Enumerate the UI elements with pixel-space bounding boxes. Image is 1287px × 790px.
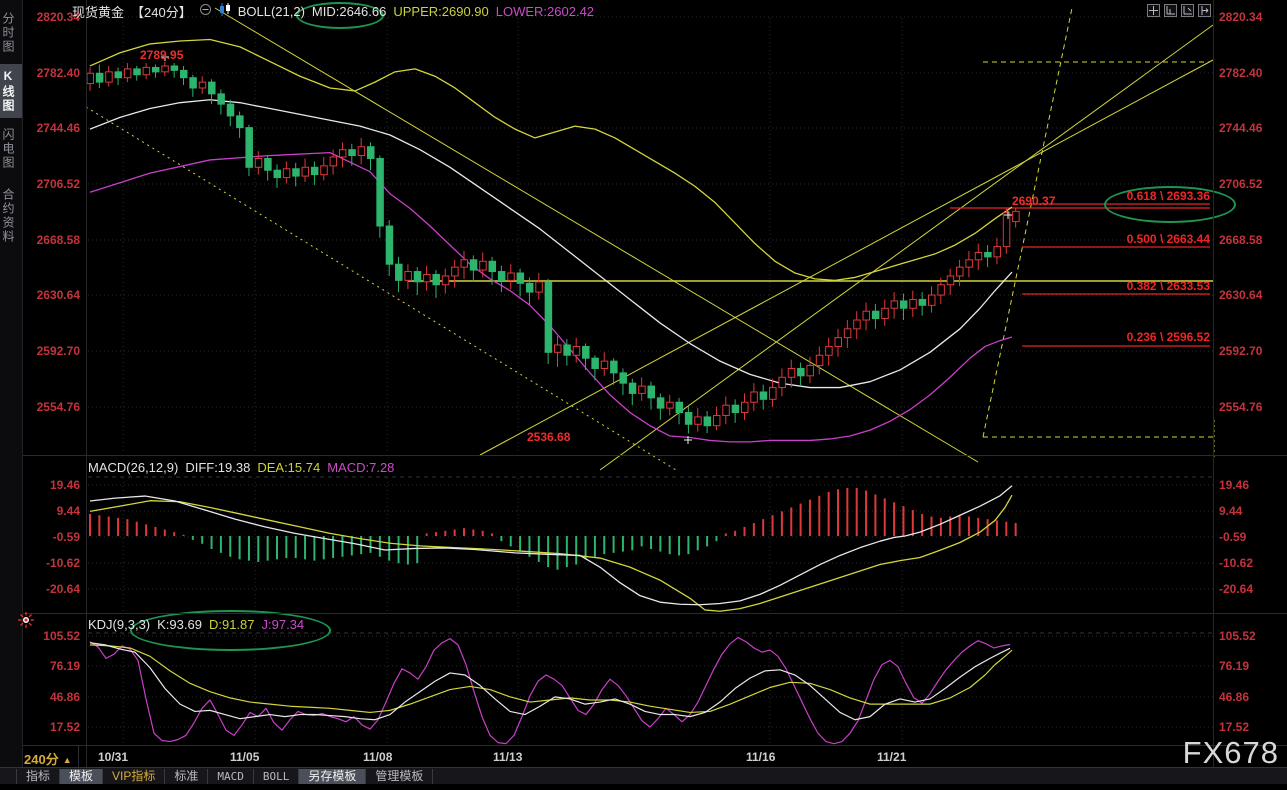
price-axis-label-left: 2706.52: [28, 177, 80, 191]
macd-kdj-divider: [0, 613, 1287, 614]
macd-axis-label-left: -10.62: [28, 556, 80, 570]
macd-axis-label-right: -0.59: [1219, 530, 1246, 544]
chart-tool-icons: [1147, 4, 1211, 17]
macd-dea-value: DEA:15.74: [257, 460, 320, 475]
macd-axis-label-left: -20.64: [28, 582, 80, 596]
tab-manage-templates[interactable]: 管理模板: [366, 769, 433, 784]
bottom-toolbar: 指标 模板 VIP指标 标准 MACD BOLL 另存模板 管理模板: [0, 767, 1287, 784]
period-badge: 【240分】: [131, 2, 192, 21]
boll-lower-value: LOWER:2602.42: [496, 4, 594, 19]
price-annotation: 2789.95: [140, 48, 183, 62]
tab-boll[interactable]: BOLL: [254, 769, 300, 784]
alert-flash-icon[interactable]: [18, 612, 34, 633]
price-axis-label-right: 2554.76: [1219, 400, 1262, 414]
kdj-axis-label-right: 17.52: [1219, 720, 1249, 734]
price-axis-label-left: 2554.76: [28, 400, 80, 414]
date-label: 11/21: [877, 750, 906, 764]
price-annotation: 2690.37: [1012, 194, 1055, 208]
kdj-axis-label-right: 46.86: [1219, 690, 1249, 704]
fib-level-label: 0.500 \ 2663.44: [1086, 232, 1210, 246]
macd-axis-label-left: -0.59: [28, 530, 80, 544]
pane-expand-icon[interactable]: [1198, 4, 1211, 17]
date-label: 11/08: [363, 750, 392, 764]
sidebar-item-timeshare-chart[interactable]: 分时图: [0, 6, 22, 60]
kdj-j-value: J:97.34: [262, 617, 305, 632]
macd-pane: [90, 486, 1016, 612]
tab-indicators[interactable]: 指标: [16, 769, 60, 784]
kdj-axis-label-right: 76.19: [1219, 659, 1249, 673]
kdj-header: KDJ(9,3,3) K:93.69 D:91.87 J:97.34: [88, 616, 304, 632]
kdj-axis-label-left: 105.52: [28, 629, 80, 643]
macd-axis-label-right: -20.64: [1219, 582, 1253, 596]
date-label: 11/05: [230, 750, 259, 764]
date-label: 11/13: [493, 750, 522, 764]
axis-zoom-right-icon[interactable]: [1181, 4, 1194, 17]
kdj-axis-label-left: 17.52: [28, 720, 80, 734]
macd-axis-label-right: 9.44: [1219, 504, 1242, 518]
date-label: 10/31: [98, 750, 128, 764]
tab-vip-indicators[interactable]: VIP指标: [103, 769, 165, 784]
collapse-icon[interactable]: [199, 3, 212, 19]
left-plot-border: [86, 0, 87, 767]
fib-level-label: 0.382 \ 2633.53: [1086, 279, 1210, 293]
kdj-indicator-label: KDJ(9,3,3): [88, 617, 150, 632]
boll-upper-value: UPPER:2690.90: [393, 4, 488, 19]
trading-terminal: 2820.342820.342782.402782.402744.462744.…: [0, 0, 1287, 790]
fib-618-highlight-ellipse: [1104, 186, 1236, 223]
kdj-pane: [90, 638, 1012, 744]
axis-zoom-left-icon[interactable]: [1164, 4, 1177, 17]
boll-mid-value: MID:2646.66: [312, 4, 386, 19]
tab-standard[interactable]: 标准: [165, 769, 208, 784]
kdj-axis-label-right: 105.52: [1219, 629, 1256, 643]
macd-header: MACD(26,12,9) DIFF:19.38 DEA:15.74 MACD:…: [88, 459, 394, 475]
tab-save-template[interactable]: 另存模板: [299, 769, 366, 784]
macd-indicator-label: MACD(26,12,9): [88, 460, 178, 475]
price-axis-label-left: 2592.70: [28, 344, 80, 358]
price-annotation: 2536.68: [527, 430, 570, 444]
price-axis-label-left: 2782.40: [28, 66, 80, 80]
kdj-k-value: K:93.69: [157, 617, 202, 632]
price-axis-label-right: 2706.52: [1219, 177, 1262, 191]
price-axis-label-right: 2630.64: [1219, 288, 1262, 302]
tab-templates[interactable]: 模板: [60, 769, 103, 784]
macd-diff-value: DIFF:19.38: [185, 460, 250, 475]
period-cell-border-right: [78, 746, 79, 767]
kdj-timeaxis-divider: [0, 745, 1287, 746]
fx678-watermark: FX678: [1183, 735, 1279, 771]
chart-canvas: [0, 0, 1287, 790]
crosshair-tool-icon[interactable]: [1147, 4, 1160, 17]
right-plot-border: [1213, 0, 1214, 767]
macd-axis-label-right: -10.62: [1219, 556, 1253, 570]
tab-macd[interactable]: MACD: [208, 769, 254, 784]
symbol-name: 现货黄金: [72, 2, 124, 21]
price-axis-label-right: 2592.70: [1219, 344, 1262, 358]
kdj-axis-label-left: 76.19: [28, 659, 80, 673]
kdj-d-value: D:91.87: [209, 617, 255, 632]
macd-macd-value: MACD:7.28: [327, 460, 394, 475]
boll-indicator-label: BOLL(21,2): [238, 4, 305, 19]
bollinger-bands: [90, 40, 1012, 442]
price-axis-label-left: 2744.46: [28, 121, 80, 135]
chevron-up-icon: ▲: [63, 755, 72, 765]
price-axis-label-left: 2630.64: [28, 288, 80, 302]
sidebar-item-contract-info[interactable]: 合约资料: [0, 180, 22, 252]
period-selector[interactable]: 240分▲: [24, 749, 72, 768]
price-axis-label-right: 2668.58: [1219, 233, 1262, 247]
main-macd-divider: [0, 455, 1287, 456]
main-chart-header: 现货黄金 【240分】 BOLL(21,2) MID:2646.66 UPPER…: [72, 3, 594, 19]
macd-axis-label-right: 19.46: [1219, 478, 1249, 492]
date-label: 11/16: [746, 750, 775, 764]
sidebar-item-lightning-chart[interactable]: 闪电图: [0, 122, 22, 176]
kdj-axis-label-left: 46.86: [28, 690, 80, 704]
macd-axis-label-left: 19.46: [28, 478, 80, 492]
candlestick-icon[interactable]: [219, 3, 231, 19]
price-axis-label-right: 2782.40: [1219, 66, 1262, 80]
fib-level-label: 0.236 \ 2596.52: [1086, 330, 1210, 344]
macd-axis-label-left: 9.44: [28, 504, 80, 518]
left-sidebar: 分时图 K线图 闪电图 合约资料: [0, 0, 23, 767]
price-axis-label-right: 2820.34: [1219, 10, 1262, 24]
price-axis-label-left: 2668.58: [28, 233, 80, 247]
price-axis-label-right: 2744.46: [1219, 121, 1262, 135]
sidebar-item-kline-chart[interactable]: K线图: [0, 64, 22, 118]
